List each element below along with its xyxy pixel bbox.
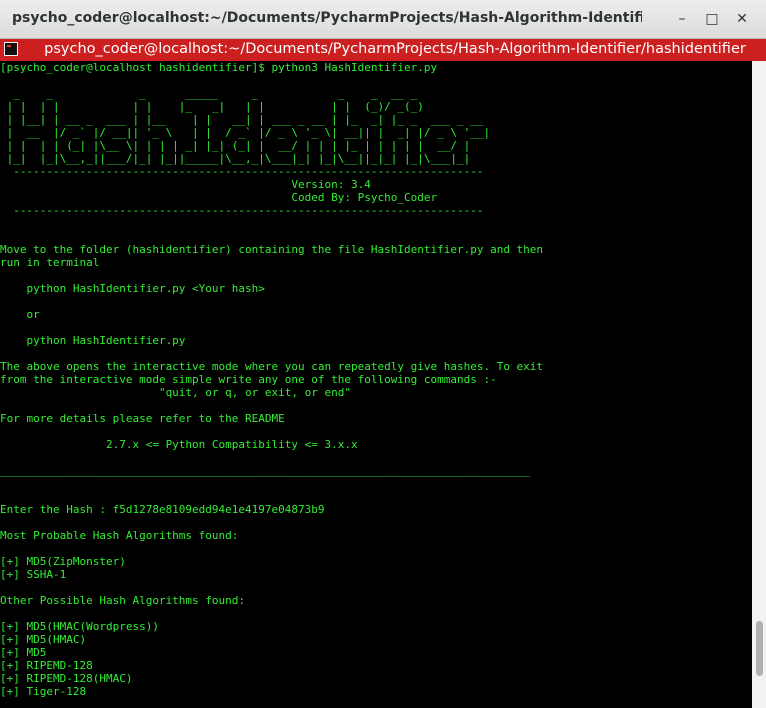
terminal-line: Version: 3.4 xyxy=(0,178,371,191)
terminal-line: ----------------------------------------… xyxy=(0,165,484,178)
terminal-line: [psycho_coder@localhost hashidentifier]$… xyxy=(0,61,438,74)
terminal-line: For more details please refer to the REA… xyxy=(0,412,285,425)
terminal-line: |_| |_|\__,_||___/|_| |_||_____|\__,_|\_… xyxy=(0,152,471,165)
terminal-line: | |__| | __ _ ___ | |__ | | __| | ___ _ … xyxy=(0,113,484,126)
terminal-output[interactable]: [psycho_coder@localhost hashidentifier]$… xyxy=(0,61,752,708)
window-title-bar[interactable]: psycho_coder@localhost:~/Documents/Pycha… xyxy=(0,0,766,39)
terminal-line: ----------------------------------------… xyxy=(0,204,484,217)
terminal-line: | | | | (_| |\__ \| | | | _| |_| (_| | _… xyxy=(0,139,471,152)
terminal-line: "quit, or q, or exit, or end" xyxy=(0,386,351,399)
terminal-tab-bar: psycho_coder@localhost:~/Documents/Pycha… xyxy=(0,39,766,61)
terminal-line: 2.7.x <= Python Compatibility <= 3.x.x xyxy=(0,438,358,451)
terminal-line: | __ |/ _` |/ __|| '_ \ | | / _` |/ _ \ … xyxy=(0,126,491,139)
terminal-line: python HashIdentifier.py xyxy=(0,334,186,347)
window-title: psycho_coder@localhost:~/Documents/Pycha… xyxy=(12,10,642,26)
terminal-line: or xyxy=(0,308,40,321)
terminal-line: [+] MD5 xyxy=(0,646,47,659)
terminal-line: [+] Tiger-128 xyxy=(0,685,87,698)
terminal-line: Coded By: Psycho_Coder xyxy=(0,191,438,204)
terminal-line: _ _ _ _____ _ _ _ __ _ xyxy=(0,87,418,100)
terminal-line: ________________________________________… xyxy=(0,464,530,477)
terminal-line: [+] MD5(ZipMonster) xyxy=(0,555,126,568)
terminal-line: | | | | | | |_ _| | | | | (_)/ _(_) xyxy=(0,100,424,113)
terminal-text: [psycho_coder@localhost hashidentifier]$… xyxy=(0,61,752,698)
tab-title: psycho_coder@localhost:~/Documents/Pycha… xyxy=(44,41,746,57)
close-icon[interactable]: ✕ xyxy=(732,9,752,29)
terminal-line: [+] SSHA-1 xyxy=(0,568,67,581)
terminal-line: Enter the Hash : f5d1278e8109edd94e1e419… xyxy=(0,503,325,516)
scrollbar-thumb[interactable] xyxy=(756,621,763,676)
terminal-line: run in terminal xyxy=(0,256,100,269)
terminal-line: Other Possible Hash Algorithms found: xyxy=(0,594,246,607)
terminal-line: [+] RIPEMD-128 xyxy=(0,659,93,672)
terminal-line: Most Probable Hash Algorithms found: xyxy=(0,529,239,542)
terminal-line: from the interactive mode simple write a… xyxy=(0,373,497,386)
maximize-icon[interactable]: □ xyxy=(702,9,722,29)
minimize-icon[interactable]: – xyxy=(672,9,692,29)
terminal-line: [+] MD5(HMAC) xyxy=(0,633,87,646)
terminal-line: python HashIdentifier.py <Your hash> xyxy=(0,282,265,295)
terminal-line: [+] RIPEMD-128(HMAC) xyxy=(0,672,133,685)
terminal-line: Move to the folder (hashidentifier) cont… xyxy=(0,243,544,256)
terminal-line: The above opens the interactive mode whe… xyxy=(0,360,544,373)
terminal-window: psycho_coder@localhost:~/Documents/Pycha… xyxy=(0,0,766,708)
terminal-line: [+] MD5(HMAC(Wordpress)) xyxy=(0,620,159,633)
terminal-scrollbar[interactable] xyxy=(752,61,766,708)
